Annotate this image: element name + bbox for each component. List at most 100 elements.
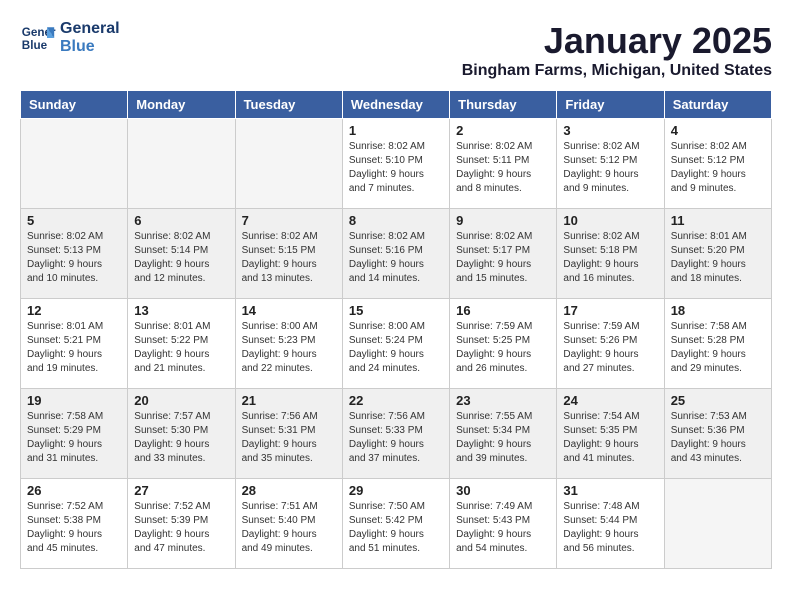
day-info: Sunrise: 8:02 AM Sunset: 5:18 PM Dayligh…: [563, 230, 657, 286]
location-title: Bingham Farms, Michigan, United States: [462, 62, 772, 80]
calendar-cell: 29 Sunrise: 7:50 AM Sunset: 5:42 PM Dayli…: [342, 479, 449, 569]
calendar-header-row: SundayMondayTuesdayWednesdayThursdayFrid…: [21, 91, 772, 119]
calendar-header-monday: Monday: [128, 91, 235, 119]
day-number: 6: [134, 213, 228, 228]
calendar-cell: 5 Sunrise: 8:02 AM Sunset: 5:13 PM Daylig…: [21, 209, 128, 299]
calendar-header-saturday: Saturday: [664, 91, 771, 119]
day-info: Sunrise: 8:02 AM Sunset: 5:11 PM Dayligh…: [456, 140, 550, 196]
day-info: Sunrise: 8:02 AM Sunset: 5:17 PM Dayligh…: [456, 230, 550, 286]
day-number: 31: [563, 483, 657, 498]
day-number: 3: [563, 123, 657, 138]
page-header: General Blue General Blue January 2025 B…: [20, 20, 772, 80]
calendar-cell: [235, 119, 342, 209]
day-info: Sunrise: 7:55 AM Sunset: 5:34 PM Dayligh…: [456, 410, 550, 466]
calendar-cell: [21, 119, 128, 209]
day-number: 1: [349, 123, 443, 138]
day-info: Sunrise: 8:00 AM Sunset: 5:24 PM Dayligh…: [349, 320, 443, 376]
day-number: 22: [349, 393, 443, 408]
calendar-cell: [128, 119, 235, 209]
logo-text-line2: Blue: [60, 38, 120, 56]
day-info: Sunrise: 8:01 AM Sunset: 5:20 PM Dayligh…: [671, 230, 765, 286]
day-info: Sunrise: 7:48 AM Sunset: 5:44 PM Dayligh…: [563, 500, 657, 556]
day-number: 11: [671, 213, 765, 228]
day-info: Sunrise: 8:02 AM Sunset: 5:13 PM Dayligh…: [27, 230, 121, 286]
calendar-cell: 18Sunrise: 7:58 AM Sunset: 5:28 PM Dayli…: [664, 299, 771, 389]
day-number: 29: [349, 483, 443, 498]
calendar-cell: 13Sunrise: 8:01 AM Sunset: 5:22 PM Dayli…: [128, 299, 235, 389]
day-info: Sunrise: 7:57 AM Sunset: 5:30 PM Dayligh…: [134, 410, 228, 466]
calendar-week-row: 19Sunrise: 7:58 AM Sunset: 5:29 PM Dayli…: [21, 389, 772, 479]
day-number: 10: [563, 213, 657, 228]
day-info: Sunrise: 8:02 AM Sunset: 5:16 PM Dayligh…: [349, 230, 443, 286]
calendar-cell: [664, 479, 771, 569]
calendar-cell: 9 Sunrise: 8:02 AM Sunset: 5:17 PM Daylig…: [450, 209, 557, 299]
calendar-cell: 26Sunrise: 7:52 AM Sunset: 5:38 PM Dayli…: [21, 479, 128, 569]
calendar-cell: 31 Sunrise: 7:48 AM Sunset: 5:44 PM Dayli…: [557, 479, 664, 569]
day-number: 9: [456, 213, 550, 228]
calendar-cell: 28Sunrise: 7:51 AM Sunset: 5:40 PM Dayli…: [235, 479, 342, 569]
day-info: Sunrise: 7:52 AM Sunset: 5:38 PM Dayligh…: [27, 500, 121, 556]
calendar-cell: 21 Sunrise: 7:56 AM Sunset: 5:31 PM Dayli…: [235, 389, 342, 479]
day-info: Sunrise: 7:50 AM Sunset: 5:42 PM Dayligh…: [349, 500, 443, 556]
day-number: 21: [242, 393, 336, 408]
day-number: 12: [27, 303, 121, 318]
calendar-cell: 25Sunrise: 7:53 AM Sunset: 5:36 PM Dayli…: [664, 389, 771, 479]
day-info: Sunrise: 8:02 AM Sunset: 5:14 PM Dayligh…: [134, 230, 228, 286]
day-number: 5: [27, 213, 121, 228]
day-info: Sunrise: 7:53 AM Sunset: 5:36 PM Dayligh…: [671, 410, 765, 466]
logo: General Blue General Blue: [20, 20, 120, 56]
calendar-cell: 22 Sunrise: 7:56 AM Sunset: 5:33 PM Dayli…: [342, 389, 449, 479]
svg-text:Blue: Blue: [22, 39, 48, 52]
logo-text-line1: General: [60, 20, 120, 38]
day-info: Sunrise: 8:02 AM Sunset: 5:15 PM Dayligh…: [242, 230, 336, 286]
calendar-cell: 24 Sunrise: 7:54 AM Sunset: 5:35 PM Dayli…: [557, 389, 664, 479]
calendar-cell: 14Sunrise: 8:00 AM Sunset: 5:23 PM Dayli…: [235, 299, 342, 389]
day-number: 18: [671, 303, 765, 318]
calendar-header-sunday: Sunday: [21, 91, 128, 119]
calendar-week-row: 26Sunrise: 7:52 AM Sunset: 5:38 PM Dayli…: [21, 479, 772, 569]
day-number: 27: [134, 483, 228, 498]
day-number: 23: [456, 393, 550, 408]
calendar-cell: 19Sunrise: 7:58 AM Sunset: 5:29 PM Dayli…: [21, 389, 128, 479]
day-info: Sunrise: 7:51 AM Sunset: 5:40 PM Dayligh…: [242, 500, 336, 556]
calendar-cell: 2 Sunrise: 8:02 AM Sunset: 5:11 PM Daylig…: [450, 119, 557, 209]
day-info: Sunrise: 7:52 AM Sunset: 5:39 PM Dayligh…: [134, 500, 228, 556]
calendar-cell: 11 Sunrise: 8:01 AM Sunset: 5:20 PM Dayli…: [664, 209, 771, 299]
calendar-header-friday: Friday: [557, 91, 664, 119]
day-info: Sunrise: 7:59 AM Sunset: 5:25 PM Dayligh…: [456, 320, 550, 376]
calendar-week-row: 1 Sunrise: 8:02 AM Sunset: 5:10 PM Daylig…: [21, 119, 772, 209]
calendar-cell: 27 Sunrise: 7:52 AM Sunset: 5:39 PM Dayli…: [128, 479, 235, 569]
day-number: 16: [456, 303, 550, 318]
calendar-cell: 4 Sunrise: 8:02 AM Sunset: 5:12 PM Daylig…: [664, 119, 771, 209]
title-block: January 2025 Bingham Farms, Michigan, Un…: [462, 20, 772, 80]
calendar-cell: 10 Sunrise: 8:02 AM Sunset: 5:18 PM Dayli…: [557, 209, 664, 299]
calendar: SundayMondayTuesdayWednesdayThursdayFrid…: [20, 90, 772, 569]
calendar-cell: 17Sunrise: 7:59 AM Sunset: 5:26 PM Dayli…: [557, 299, 664, 389]
logo-icon: General Blue: [20, 20, 56, 56]
month-title: January 2025: [462, 20, 772, 62]
calendar-cell: 20 Sunrise: 7:57 AM Sunset: 5:30 PM Dayli…: [128, 389, 235, 479]
day-info: Sunrise: 7:54 AM Sunset: 5:35 PM Dayligh…: [563, 410, 657, 466]
day-info: Sunrise: 7:56 AM Sunset: 5:33 PM Dayligh…: [349, 410, 443, 466]
day-number: 4: [671, 123, 765, 138]
day-number: 30: [456, 483, 550, 498]
calendar-cell: 16 Sunrise: 7:59 AM Sunset: 5:25 PM Dayli…: [450, 299, 557, 389]
calendar-cell: 1 Sunrise: 8:02 AM Sunset: 5:10 PM Daylig…: [342, 119, 449, 209]
day-number: 7: [242, 213, 336, 228]
day-number: 15: [349, 303, 443, 318]
day-number: 2: [456, 123, 550, 138]
day-info: Sunrise: 7:56 AM Sunset: 5:31 PM Dayligh…: [242, 410, 336, 466]
calendar-cell: 8Sunrise: 8:02 AM Sunset: 5:16 PM Daylig…: [342, 209, 449, 299]
calendar-header-thursday: Thursday: [450, 91, 557, 119]
calendar-header-wednesday: Wednesday: [342, 91, 449, 119]
day-number: 14: [242, 303, 336, 318]
day-info: Sunrise: 8:02 AM Sunset: 5:10 PM Dayligh…: [349, 140, 443, 196]
day-number: 20: [134, 393, 228, 408]
calendar-cell: 3 Sunrise: 8:02 AM Sunset: 5:12 PM Daylig…: [557, 119, 664, 209]
day-info: Sunrise: 8:01 AM Sunset: 5:22 PM Dayligh…: [134, 320, 228, 376]
day-info: Sunrise: 8:02 AM Sunset: 5:12 PM Dayligh…: [563, 140, 657, 196]
calendar-cell: 15 Sunrise: 8:00 AM Sunset: 5:24 PM Dayli…: [342, 299, 449, 389]
day-info: Sunrise: 8:02 AM Sunset: 5:12 PM Dayligh…: [671, 140, 765, 196]
calendar-week-row: 5 Sunrise: 8:02 AM Sunset: 5:13 PM Daylig…: [21, 209, 772, 299]
day-number: 24: [563, 393, 657, 408]
